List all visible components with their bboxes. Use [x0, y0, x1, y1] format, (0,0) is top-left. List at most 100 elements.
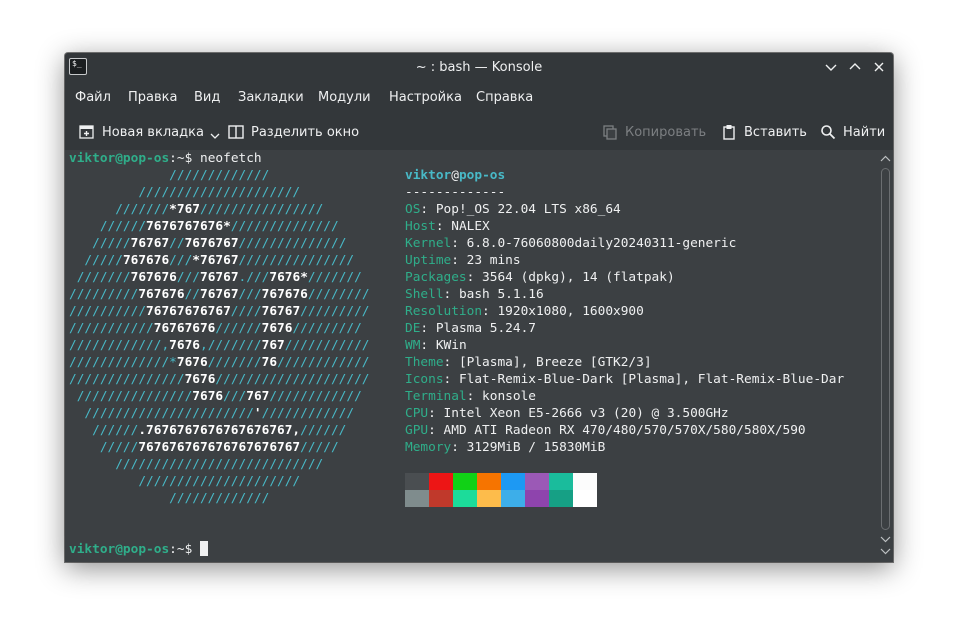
menu-item[interactable]: Правка — [128, 90, 177, 105]
search-icon — [821, 125, 836, 140]
info-value: : konsole — [466, 389, 536, 404]
system-info-line: GPU: AMD ATI Radeon RX 470/480/570/570X/… — [405, 422, 806, 439]
find-label: Найти — [843, 124, 886, 140]
ascii-art-line: ///////////////////// — [69, 185, 301, 200]
ascii-art-line: ////////////,7676,///////767/////////// — [69, 338, 370, 353]
split-view-button[interactable]: Разделить окно — [228, 123, 359, 141]
ascii-art-line: ///////////////////// — [69, 474, 301, 489]
ascii-art-line: //////////76767676767////76767///////// — [69, 304, 370, 319]
ascii-art-line: //////.7676767676767676767,////// — [69, 423, 347, 438]
terminal-output[interactable]: viktor@pop-os:~$ neofetch viktor@pop-os … — [65, 150, 878, 562]
text-cursor — [200, 541, 209, 556]
menu-item[interactable]: Файл — [75, 90, 111, 105]
color-swatch — [525, 473, 549, 490]
ascii-art-line: ///////*767//////////////// — [69, 202, 324, 217]
info-value: : NALEX — [435, 219, 490, 234]
system-info-line: OS: Pop!_OS 22.04 LTS x86_64 — [405, 201, 621, 218]
paste-button[interactable]: Вставить — [721, 123, 807, 141]
info-separator: ------------- — [405, 185, 506, 200]
info-value: : AMD ATI Radeon RX 470/480/570/570X/580… — [428, 423, 806, 438]
info-value: : [Plasma], Breeze [GTK2/3] — [443, 355, 652, 370]
info-value: : 6.8.0-76060800daily20240311-generic — [451, 236, 737, 251]
split-view-label: Разделить окно — [251, 124, 360, 140]
window-title: ~ : bash — Konsole — [415, 60, 543, 75]
info-key: Packages — [405, 270, 467, 285]
prompt-path: :~$ — [169, 151, 193, 166]
menu-item[interactable]: Модули — [318, 90, 371, 105]
scrollbar[interactable] — [878, 150, 893, 562]
scroll-down-icon[interactable] — [880, 534, 891, 544]
info-value: : 3564 (dpkg), 14 (flatpak) — [466, 270, 675, 285]
chevron-down-icon — [210, 133, 220, 139]
menu-item[interactable]: Настройка — [389, 90, 462, 105]
color-swatch — [405, 490, 429, 507]
color-swatch — [453, 490, 477, 507]
scroll-up-icon[interactable] — [880, 154, 891, 164]
color-swatch — [501, 490, 525, 507]
new-tab-icon — [79, 125, 94, 139]
ascii-art-line: /////////////*7676///////76//////////// — [69, 355, 370, 370]
find-button[interactable]: Найти — [820, 123, 885, 141]
info-key: Kernel — [405, 236, 452, 251]
ascii-art-line: ///////////////7676//////////////////// — [69, 372, 370, 387]
ascii-art-line: //////7676767676*////////////// — [69, 219, 339, 234]
copy-icon — [603, 125, 617, 140]
prompt-line-current: viktor@pop-os:~$ — [69, 541, 209, 558]
close-button[interactable] — [870, 58, 888, 76]
system-info-line: Shell: bash 5.1.16 — [405, 286, 544, 303]
info-value: : Pop!_OS 22.04 LTS x86_64 — [420, 202, 621, 217]
info-value: : Flat-Remix-Blue-Dark [Plasma], Flat-Re… — [443, 372, 845, 387]
prompt-line: viktor@pop-os:~$ neofetch — [69, 150, 262, 167]
close-icon — [874, 62, 884, 72]
system-info-line: Memory: 3129MiB / 15830MiB — [405, 439, 605, 456]
menu-item[interactable]: Вид — [194, 90, 220, 105]
info-value: : 23 mins — [451, 253, 521, 268]
ascii-art-line: ///////////// — [69, 168, 270, 183]
prompt-path: :~$ — [169, 542, 193, 557]
new-tab-label: Новая вкладка — [102, 124, 204, 140]
copy-button[interactable]: Копировать — [602, 123, 706, 141]
menu-item[interactable]: Закладки — [238, 90, 304, 105]
new-tab-button[interactable]: Новая вкладка — [79, 123, 220, 141]
system-info-line: DE: Plasma 5.24.7 — [405, 320, 536, 337]
info-value: : Plasma 5.24.7 — [420, 321, 536, 336]
color-swatch — [549, 490, 573, 507]
paste-label: Вставить — [744, 124, 807, 140]
color-swatch — [453, 473, 477, 490]
ascii-art-line: //////////////////////'//////////// — [69, 406, 355, 421]
title-bar[interactable]: $_ ~ : bash — Konsole — [65, 53, 893, 82]
maximize-button[interactable] — [846, 58, 864, 76]
color-swatch — [477, 490, 501, 507]
system-info-line: Uptime: 23 mins — [405, 252, 521, 269]
konsole-window: $_ ~ : bash — Konsole Файл Правка Вид Закла… — [65, 53, 893, 562]
prompt-command: neofetch — [192, 151, 262, 166]
color-palette-bottom — [405, 490, 597, 507]
system-info-line: Packages: 3564 (dpkg), 14 (flatpak) — [405, 269, 675, 286]
system-info-line: CPU: Intel Xeon E5-2666 v3 (20) @ 3.500G… — [405, 405, 729, 422]
scrollbar-handle[interactable] — [881, 168, 890, 530]
info-key: Host — [405, 219, 436, 234]
system-info-line: Kernel: 6.8.0-76060800daily20240311-gene… — [405, 235, 736, 252]
color-swatch — [405, 473, 429, 490]
color-swatch — [501, 473, 525, 490]
ascii-art-line: /////767676767676767676767///// — [69, 440, 339, 455]
info-key: Terminal — [405, 389, 467, 404]
system-info-line: WM: KWin — [405, 337, 467, 354]
info-header: viktor@pop-os — [405, 167, 505, 184]
prompt-user: viktor@pop-os — [69, 151, 170, 166]
color-swatch — [429, 473, 453, 490]
ascii-art-line: ///////////////7676///767//////////// — [69, 389, 362, 404]
color-palette-top — [405, 473, 597, 490]
info-at: @ — [451, 168, 459, 183]
system-info-line: Terminal: konsole — [405, 388, 536, 405]
menu-bar: Файл Правка Вид Закладки Модули Настройка Спра… — [65, 82, 893, 114]
color-swatch — [549, 473, 573, 490]
scroll-down-icon[interactable] — [880, 546, 891, 556]
system-info-line: Resolution: 1920x1080, 1600x900 — [405, 303, 644, 320]
info-value: : KWin — [420, 338, 467, 353]
info-key: Memory — [405, 440, 452, 455]
copy-label: Копировать — [625, 124, 707, 140]
info-value: : 3129MiB / 15830MiB — [451, 440, 606, 455]
minimize-button[interactable] — [822, 58, 840, 76]
menu-item[interactable]: Справка — [476, 90, 533, 105]
